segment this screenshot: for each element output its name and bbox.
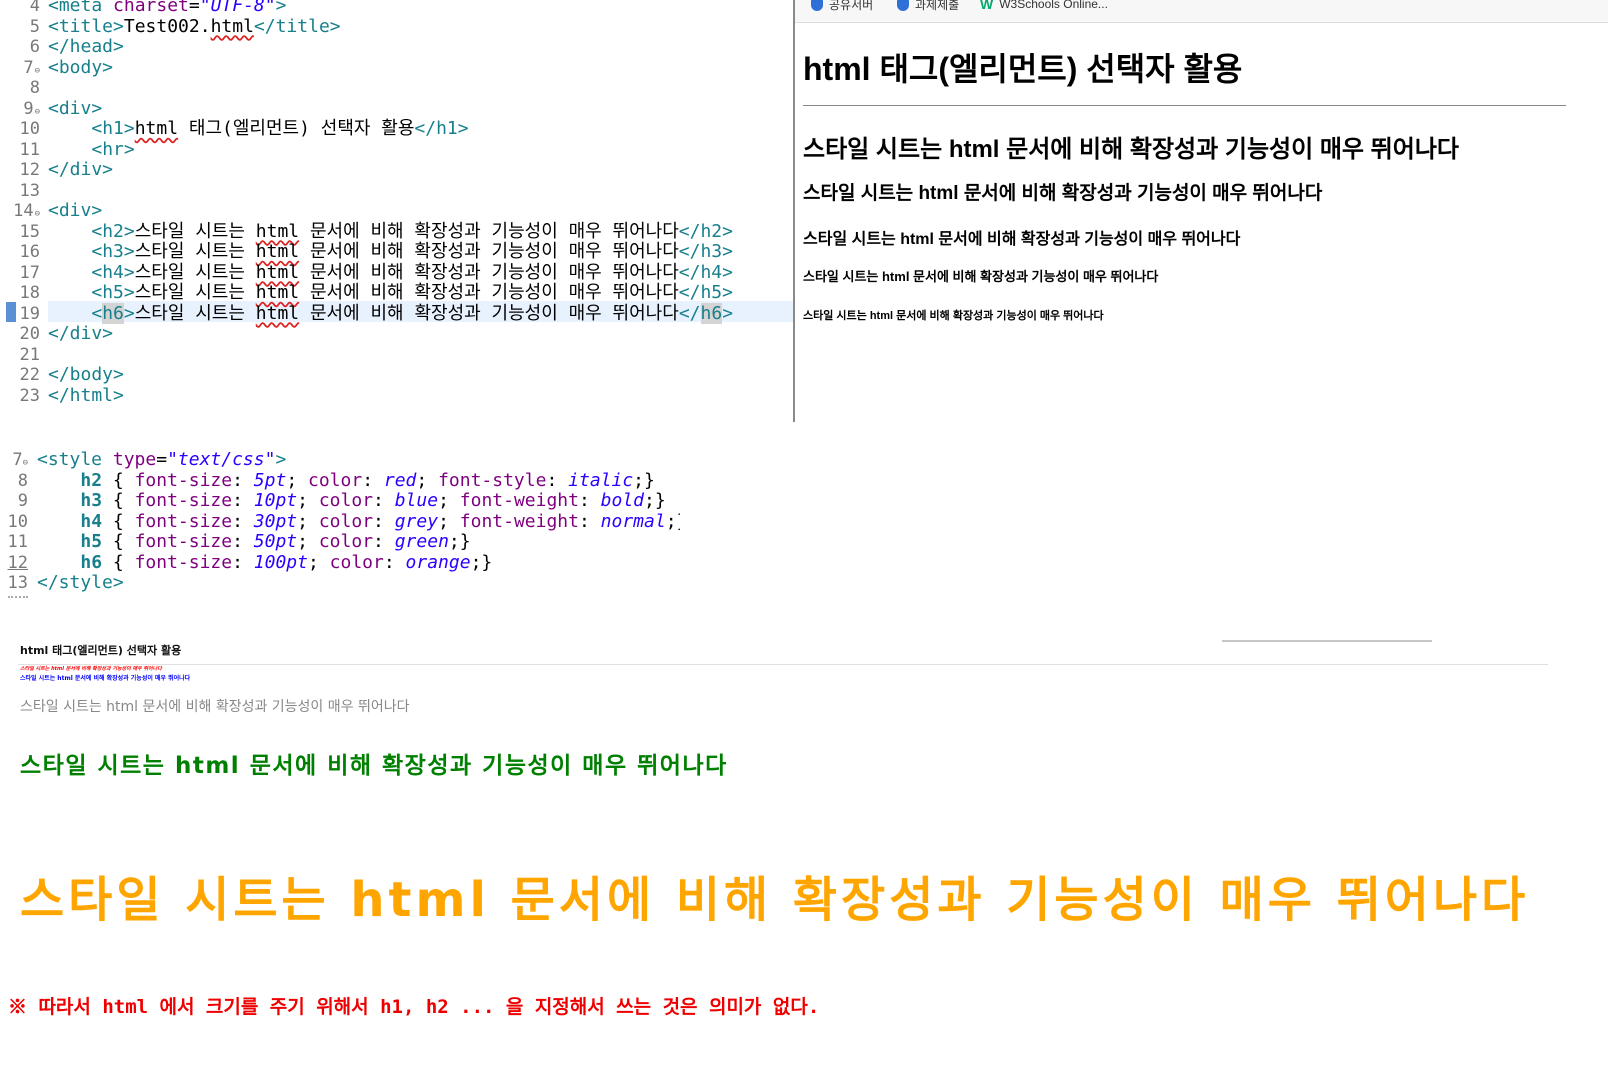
code-line[interactable]: </div> [48, 323, 113, 345]
line-number: 16 [19, 242, 40, 262]
css-rule[interactable]: h5 { font-size: 50pt; color: green;} [37, 531, 470, 553]
code-line[interactable]: <h4>스타일 시트는 html 문서에 비해 확장성과 기능성이 매우 뛰어나… [48, 262, 733, 284]
line-number: 13 [7, 573, 28, 593]
css-rule[interactable]: h4 { font-size: 30pt; color: grey; font-… [37, 511, 680, 533]
code-editor-html[interactable]: 4 5 6 7⊖ 8 9⊖ 10 11 12 13 14⊖ 15 16 17 1… [0, 0, 794, 422]
w3schools-icon: W [980, 0, 994, 12]
line-number: 22 [19, 365, 40, 385]
line-number: 18 [19, 283, 40, 303]
line-number: 11 [19, 139, 40, 160]
code-line[interactable]: <h3>스타일 시트는 html 문서에 비해 확장성과 기능성이 매우 뛰어나… [48, 241, 733, 263]
code-line[interactable]: <style type="text/css"> [37, 449, 286, 471]
code-line[interactable]: <title>Test002.html</title> [48, 16, 341, 38]
code-line[interactable]: <h2>스타일 시트는 html 문서에 비해 확장성과 기능성이 매우 뛰어나… [48, 221, 733, 243]
divider [1222, 640, 1432, 642]
code-line[interactable]: </style> [37, 572, 124, 594]
heading-h6: 스타일 시트는 html 문서에 비해 확장성과 기능성이 매우 뛰어나다 [803, 310, 1104, 322]
line-number: 10 [7, 511, 28, 532]
heading-h4: 스타일 시트는 html 문서에 비해 확장성과 기능성이 매우 뛰어나다 [803, 231, 1241, 248]
heading-h6: 스타일 시트는 html 문서에 비해 확장성과 기능성이 매우 뛰어나다 [20, 872, 1530, 928]
line-number: 9 [17, 491, 28, 511]
line-number: 23 [19, 385, 40, 406]
bookmark-item[interactable]: W W3Schools Online... [980, 0, 1108, 12]
line-number: 15 [19, 221, 40, 242]
line-number: 12 [7, 552, 28, 573]
css-rule[interactable]: h6 { font-size: 100pt; color: orange;} [37, 552, 492, 574]
code-line-current[interactable]: <h6>스타일 시트는 html 문서에 비해 확장성과 기능성이 매우 뛰어나… [48, 302, 733, 325]
heading-h2: 스타일 시트는 html 문서에 비해 확장성과 기능성이 매우 뛰어나다 [803, 136, 1460, 163]
line-number: 21 [19, 344, 40, 365]
line-number: 6 [29, 37, 40, 57]
heading-h5: 스타일 시트는 html 문서에 비해 확장성과 기능성이 매우 뛰어나다 [803, 269, 1159, 284]
browser-preview-styled: html 태그(엘리먼트) 선택자 활용 스타일 시트는 html 문서에 비해… [0, 630, 1608, 1070]
code-line[interactable]: </html> [48, 385, 124, 407]
line-number: 10 [19, 119, 40, 139]
horizontal-rule [18, 664, 1548, 665]
heading-h2: 스타일 시트는 html 문서에 비해 확장성과 기능성이 매우 뛰어나다 [20, 666, 162, 672]
fold-icon[interactable]: ⊖ [23, 458, 28, 468]
code-line[interactable]: </body> [48, 364, 124, 386]
horizontal-rule [803, 105, 1566, 106]
line-number: 4 [29, 0, 40, 16]
fold-icon[interactable]: ⊖ [35, 66, 40, 76]
code-line[interactable]: <meta charset="UTF-8"> [48, 0, 286, 17]
code-line[interactable]: <h5>스타일 시트는 html 문서에 비해 확장성과 기능성이 매우 뛰어나… [48, 282, 733, 304]
bookmark-item[interactable]: 과제제출 [897, 0, 959, 13]
code-line[interactable]: </div> [48, 159, 113, 181]
page-heading-h1: html 태그(엘리먼트) 선택자 활용 [20, 644, 182, 657]
line-number: 5 [29, 16, 40, 37]
heading-h4: 스타일 시트는 html 문서에 비해 확장성과 기능성이 매우 뛰어나다 [20, 699, 410, 715]
heading-h5: 스타일 시트는 html 문서에 비해 확장성과 기능성이 매우 뛰어나다 [20, 753, 728, 779]
code-line[interactable]: <hr> [48, 139, 134, 161]
line-number: 17 [19, 262, 40, 283]
line-number: 12 [19, 160, 40, 180]
css-rule[interactable]: h2 { font-size: 5pt; color: red; font-st… [37, 470, 655, 492]
shield-icon [897, 0, 909, 11]
line-number: 19 [19, 303, 40, 324]
line-number: 13 [19, 180, 40, 201]
page-heading-h1: html 태그(엘리먼트) 선택자 활용 [803, 51, 1243, 87]
line-number: 20 [19, 324, 40, 344]
shield-icon [811, 0, 823, 11]
divider [8, 596, 28, 598]
css-rule[interactable]: h3 { font-size: 10pt; color: blue; font-… [37, 490, 665, 512]
code-line[interactable]: <div> [48, 98, 102, 120]
line-number: 8 [29, 78, 40, 98]
bookmark-item[interactable]: 공유서버 [811, 0, 873, 13]
fold-icon[interactable]: ⊖ [35, 209, 40, 219]
heading-h3: 스타일 시트는 html 문서에 비해 확장성과 기능성이 매우 뛰어나다 [20, 675, 191, 682]
heading-h3: 스타일 시트는 html 문서에 비해 확장성과 기능성이 매우 뛰어나다 [803, 183, 1323, 204]
code-line[interactable]: <body> [48, 57, 113, 79]
code-line[interactable]: <div> [48, 200, 102, 222]
code-line[interactable]: <h1>html 태그(엘리먼트) 선택자 활용</h1> [48, 118, 468, 140]
bookmarks-bar: 공유서버 과제제출 W W3Schools Online... [795, 0, 1608, 23]
line-number: 8 [17, 470, 28, 491]
code-editor-css[interactable]: 7⊖ 8 9 10 11 12 13 <style type="text/css… [0, 445, 680, 605]
annotation-note: ※ 따라서 html 에서 크기를 주기 위해서 h1, h2 ... 을 지정… [8, 996, 820, 1018]
line-number: 11 [7, 532, 28, 552]
code-line[interactable]: </head> [48, 36, 124, 58]
browser-preview: 공유서버 과제제출 W W3Schools Online... html 태그(… [793, 0, 1608, 422]
fold-icon[interactable]: ⊖ [35, 107, 40, 117]
